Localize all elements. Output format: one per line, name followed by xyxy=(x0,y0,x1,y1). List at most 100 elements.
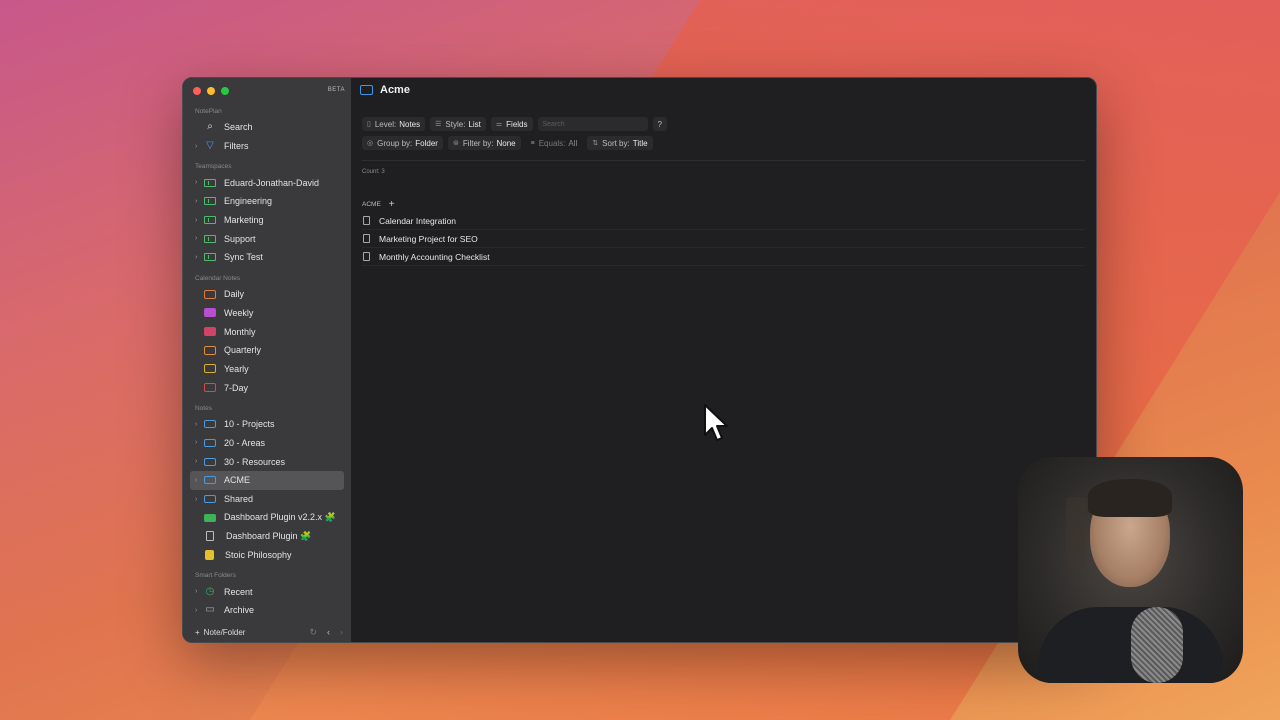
note-icon xyxy=(363,234,370,243)
minimize-window-button[interactable] xyxy=(207,87,215,95)
toolbar-divider xyxy=(362,160,1085,161)
group-icon: ◎ xyxy=(367,140,374,147)
chevron-right-icon[interactable]: › xyxy=(195,179,204,186)
sidebar-item-recent[interactable]: › ◷ Recent xyxy=(183,582,351,601)
chevron-right-icon[interactable]: › xyxy=(195,607,204,614)
fields-button[interactable]: ⚌ Fields xyxy=(490,117,533,131)
zoom-window-button[interactable] xyxy=(221,87,229,95)
back-arrow-icon[interactable]: ‹ xyxy=(327,627,330,638)
plus-icon[interactable]: + xyxy=(195,628,200,637)
sidebar-item-label: Sync Test xyxy=(224,252,263,263)
group-by-selector[interactable]: ◎ Group by: Folder xyxy=(362,136,443,150)
note-title: Marketing Project for SEO xyxy=(379,233,478,244)
list-item[interactable]: Calendar Integration xyxy=(362,212,1085,230)
sidebar-item-7-day[interactable]: 7-Day xyxy=(183,378,351,397)
folder-icon xyxy=(204,495,216,504)
note-icon xyxy=(363,252,370,261)
sidebar-item-label: Recent xyxy=(224,586,253,597)
note-title: Calendar Integration xyxy=(379,215,457,226)
close-window-button[interactable] xyxy=(193,87,201,95)
chevron-right-icon[interactable]: › xyxy=(195,143,204,150)
calendar-quarterly-icon xyxy=(204,345,216,355)
chevron-right-icon[interactable]: › xyxy=(195,254,204,261)
sidebar-item-teamspace[interactable]: › Sync Test xyxy=(183,248,351,267)
sidebar-item-note[interactable]: Stoic Philosophy xyxy=(183,546,351,565)
sidebar-item-folder[interactable]: › Shared xyxy=(183,490,351,509)
style-selector[interactable]: ☰ Style: List xyxy=(430,117,486,131)
sidebar-item-filters[interactable]: › ▽ Filters xyxy=(183,137,351,156)
filter-by-label: Filter by: xyxy=(462,138,494,148)
chevron-right-icon[interactable]: › xyxy=(195,439,204,446)
sidebar-item-note[interactable]: Dashboard Plugin 🧩 xyxy=(183,527,351,546)
section-header-smart-folders: Smart Folders xyxy=(195,572,236,580)
sidebar-scroll-area[interactable]: NotePlan ⌕ Search › ▽ Filters Teamspaces … xyxy=(183,106,351,622)
sidebar-item-label: Marketing xyxy=(224,215,264,226)
sidebar-footer: + Note/Folder ↻ ‹ › xyxy=(183,622,351,642)
sort-icon: ⇅ xyxy=(592,140,599,147)
chevron-right-icon[interactable]: › xyxy=(195,477,204,484)
sidebar-item-daily[interactable]: Daily xyxy=(183,285,351,304)
filter-by-selector[interactable]: ⊜ Filter by: None xyxy=(447,136,521,150)
window-controls xyxy=(193,87,229,95)
beta-badge: BETA xyxy=(327,87,345,93)
folder-icon xyxy=(204,476,216,485)
new-note-folder-button[interactable]: Note/Folder xyxy=(204,628,246,637)
yellow-note-icon xyxy=(205,550,214,561)
sort-by-label: Sort by: xyxy=(602,138,630,148)
sidebar-item-monthly[interactable]: Monthly xyxy=(183,322,351,341)
calendar-daily-icon xyxy=(204,289,216,299)
folder-icon xyxy=(204,457,216,466)
sidebar-item-folder[interactable]: › 10 - Projects xyxy=(183,415,351,434)
sidebar-item-label: 30 - Resources xyxy=(224,456,286,467)
sidebar-item-yearly[interactable]: Yearly xyxy=(183,360,351,379)
search-icon: ⌕ xyxy=(207,121,213,133)
chevron-right-icon[interactable]: › xyxy=(195,235,204,242)
sidebar-item-quarterly[interactable]: Quarterly xyxy=(183,341,351,360)
notes-list: Calendar Integration Marketing Project f… xyxy=(362,212,1085,266)
group-by-value: Folder xyxy=(415,138,438,148)
level-selector[interactable]: ▯ Level: Notes xyxy=(362,117,426,131)
sidebar-item-label: Support xyxy=(224,233,256,244)
add-note-icon[interactable]: + xyxy=(389,199,395,210)
sidebar-item-teamspace[interactable]: › Eduard-Jonathan-David xyxy=(183,173,351,192)
app-window: BETA NotePlan ⌕ Search › ▽ Filters Teamsp… xyxy=(182,77,1097,643)
note-count: Count: 3 xyxy=(362,169,385,175)
sidebar-item-note[interactable]: Dashboard Plugin v2.2.x 🧩 xyxy=(183,508,351,527)
help-button[interactable]: ? xyxy=(652,117,667,131)
chevron-right-icon[interactable]: › xyxy=(195,421,204,428)
sidebar-item-label: ACME xyxy=(224,475,251,486)
sidebar-item-label: 7-Day xyxy=(224,382,249,393)
list-item[interactable]: Monthly Accounting Checklist xyxy=(362,248,1085,266)
sidebar-item-teamspace[interactable]: › Marketing xyxy=(183,211,351,230)
sort-by-selector[interactable]: ⇅ Sort by: Title xyxy=(587,136,653,150)
chevron-right-icon[interactable]: › xyxy=(195,588,204,595)
teamspace-icon xyxy=(204,178,216,187)
sidebar-item-acme-selected[interactable]: › ACME xyxy=(190,471,344,490)
note-icon xyxy=(206,531,214,542)
sidebar: BETA NotePlan ⌕ Search › ▽ Filters Teamsp… xyxy=(183,78,351,642)
group-header: ACME + xyxy=(362,199,395,210)
sidebar-item-folder[interactable]: › 30 - Resources xyxy=(183,452,351,471)
forward-arrow-icon[interactable]: › xyxy=(340,627,343,638)
section-header-notes: Notes xyxy=(195,404,212,412)
sidebar-item-label: 10 - Projects xyxy=(224,419,275,430)
chevron-right-icon[interactable]: › xyxy=(195,458,204,465)
sync-icon[interactable]: ↻ xyxy=(309,627,317,638)
sidebar-item-archive[interactable]: › ▭ Archive xyxy=(183,601,351,620)
sidebar-item-label: Dashboard Plugin 🧩 xyxy=(226,530,312,541)
sidebar-item-folder[interactable]: › 20 - Areas xyxy=(183,434,351,453)
chevron-right-icon[interactable]: › xyxy=(195,496,204,503)
sidebar-item-weekly[interactable]: Weekly xyxy=(183,304,351,323)
chevron-right-icon[interactable]: › xyxy=(195,198,204,205)
chevron-right-icon[interactable]: › xyxy=(195,217,204,224)
list-item[interactable]: Marketing Project for SEO xyxy=(362,230,1085,248)
equals-selector[interactable]: ≡ Equals: All xyxy=(526,136,583,150)
sidebar-item-label: Shared xyxy=(224,494,254,505)
mouse-cursor-icon xyxy=(704,404,728,441)
page-title-text: Acme xyxy=(380,84,410,96)
search-input[interactable] xyxy=(537,117,648,131)
sidebar-item-teamspace[interactable]: › Engineering xyxy=(183,192,351,211)
sidebar-item-teamspace[interactable]: › Support xyxy=(183,229,351,248)
sidebar-item-search[interactable]: ⌕ Search xyxy=(183,118,351,137)
section-header-app: NotePlan xyxy=(195,108,222,115)
